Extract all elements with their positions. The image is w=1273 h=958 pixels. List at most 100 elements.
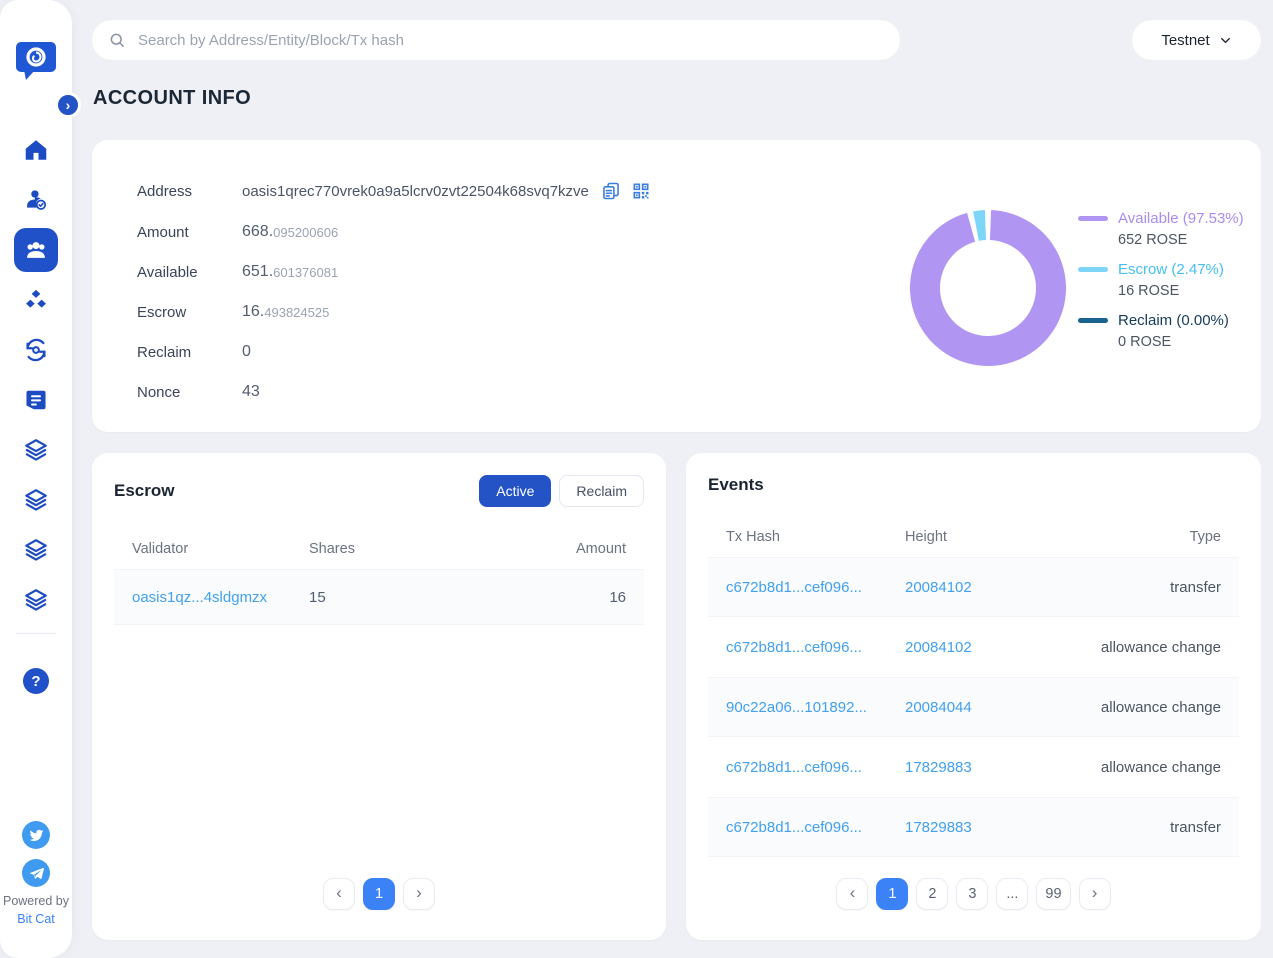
- amount-value: 16: [526, 589, 626, 606]
- account-field-row: Escrow16.493824525: [137, 301, 329, 323]
- sidebar-item-blocks[interactable]: [22, 286, 50, 314]
- field-value: 651.: [242, 263, 273, 281]
- escrow-prev-page-button[interactable]: ‹: [323, 878, 355, 910]
- field-value: 668.: [242, 223, 273, 241]
- legend-swatch: [1078, 267, 1108, 272]
- column-type: Type: [1071, 529, 1221, 545]
- tx-hash-link[interactable]: c672b8d1...cef096...: [726, 759, 905, 776]
- telegram-icon[interactable]: [22, 859, 50, 887]
- main-content: Testnet ACCOUNT INFO Addressoasis1qrec77…: [92, 0, 1261, 958]
- layers-icon: [23, 537, 49, 563]
- legend-label: Escrow (2.47%): [1118, 261, 1224, 278]
- validator-icon: [23, 187, 49, 213]
- events-page-ellipsis[interactable]: ...: [996, 878, 1028, 910]
- validator-link[interactable]: oasis1qz...4sldgmzx: [132, 589, 309, 606]
- sidebar-expand-button[interactable]: ›: [55, 92, 81, 118]
- escrow-next-page-button[interactable]: ›: [403, 878, 435, 910]
- search-bar[interactable]: [92, 20, 900, 60]
- account-field-row: Addressoasis1qrec770vrek0a9a5lcrv0zvt225…: [137, 180, 651, 202]
- tx-hash-link[interactable]: c672b8d1...cef096...: [726, 819, 905, 836]
- escrow-panel: Escrow ActiveReclaim Validator Shares Am…: [92, 453, 666, 940]
- field-value: 0: [242, 343, 251, 361]
- events-table-body: c672b8d1...cef096...20084102transferc672…: [708, 557, 1239, 857]
- field-label: Reclaim: [137, 344, 242, 361]
- bitcat-link[interactable]: Bit Cat: [0, 912, 72, 926]
- network-select[interactable]: Testnet: [1132, 20, 1261, 60]
- event-type: transfer: [1071, 819, 1221, 836]
- field-value-decimals: 601376081: [273, 265, 338, 280]
- legend-entry-available: Available (97.53%)652 ROSE: [1078, 210, 1244, 248]
- height-link[interactable]: 20084102: [905, 639, 1071, 656]
- page-title: ACCOUNT INFO: [93, 87, 251, 110]
- tx-hash-link[interactable]: c672b8d1...cef096...: [726, 639, 905, 656]
- layers-icon: [23, 587, 49, 613]
- donut-slice-escrow: [973, 210, 986, 241]
- transactions-icon: [23, 337, 49, 363]
- sidebar-item-transactions[interactable]: [22, 336, 50, 364]
- field-value-decimals: 493824525: [264, 305, 329, 320]
- account-field-row: Nonce43: [137, 381, 260, 403]
- tx-hash-link[interactable]: 90c22a06...101892...: [726, 699, 905, 716]
- sidebar-item-paratime-3[interactable]: [22, 536, 50, 564]
- sidebar-item-proposals[interactable]: [22, 386, 50, 414]
- account-info-card: Addressoasis1qrec770vrek0a9a5lcrv0zvt225…: [92, 140, 1261, 432]
- escrow-table-body: oasis1qz...4sldgmzx1516: [114, 569, 644, 625]
- balance-donut-chart: [906, 206, 1070, 370]
- height-link[interactable]: 20084044: [905, 699, 1071, 716]
- help-icon[interactable]: ?: [23, 668, 49, 694]
- events-table-row: 90c22a06...101892...20084044allowance ch…: [708, 677, 1239, 737]
- height-link[interactable]: 20084102: [905, 579, 1071, 596]
- events-page-1-button[interactable]: 1: [876, 878, 908, 910]
- sidebar-item-paratime-1[interactable]: [22, 436, 50, 464]
- twitter-icon[interactable]: [22, 821, 50, 849]
- account-field-row: Reclaim0: [137, 341, 251, 363]
- legend-label: Available (97.53%): [1118, 210, 1244, 227]
- search-icon: [108, 31, 126, 49]
- escrow-table-header: Validator Shares Amount: [114, 529, 644, 569]
- events-prev-page-button[interactable]: ‹: [836, 878, 868, 910]
- legend-entry-escrow: Escrow (2.47%) 16 ROSE: [1078, 261, 1244, 299]
- sidebar-item-home[interactable]: [22, 136, 50, 164]
- copy-icon[interactable]: [601, 181, 621, 201]
- legend-amount: 16 ROSE: [1118, 283, 1244, 299]
- oasisscan-logo[interactable]: [14, 38, 58, 82]
- field-label: Amount: [137, 224, 242, 241]
- escrow-tab-active[interactable]: Active: [479, 475, 551, 507]
- field-value-decimals: 095200606: [273, 225, 338, 240]
- events-page-3-button[interactable]: 3: [956, 878, 988, 910]
- sidebar-item-paratime-4[interactable]: [22, 586, 50, 614]
- escrow-page-1-button[interactable]: 1: [363, 878, 395, 910]
- sidebar-divider: [16, 633, 56, 634]
- address-value: oasis1qrec770vrek0a9a5lcrv0zvt22504k68sv…: [242, 183, 589, 200]
- sidebar: ›: [0, 0, 72, 958]
- sidebar-item-paratime-2[interactable]: [22, 486, 50, 514]
- field-label: Escrow: [137, 304, 242, 321]
- address-actions: [601, 181, 651, 201]
- document-icon: [23, 387, 49, 413]
- sidebar-item-accounts[interactable]: [14, 228, 58, 272]
- events-page-99-button[interactable]: 99: [1036, 878, 1070, 910]
- qr-code-icon[interactable]: [631, 181, 651, 201]
- column-tx-hash: Tx Hash: [726, 529, 905, 545]
- escrow-tab-group: ActiveReclaim: [479, 475, 644, 507]
- events-table-row: c672b8d1...cef096...17829883allowance ch…: [708, 737, 1239, 797]
- event-type: allowance change: [1071, 759, 1221, 776]
- donut-slice-available: [910, 210, 1066, 366]
- account-field-row: Amount668.095200606: [137, 221, 338, 243]
- height-link[interactable]: 17829883: [905, 819, 1071, 836]
- events-next-page-button[interactable]: ›: [1079, 878, 1111, 910]
- escrow-pagination: ‹1›: [323, 878, 435, 910]
- search-input[interactable]: [138, 32, 884, 49]
- legend-swatch: [1078, 216, 1108, 221]
- blocks-icon: [23, 287, 49, 313]
- sidebar-item-validators[interactable]: [22, 186, 50, 214]
- column-height: Height: [905, 529, 1071, 545]
- height-link[interactable]: 17829883: [905, 759, 1071, 776]
- layers-icon: [23, 487, 49, 513]
- events-page-2-button[interactable]: 2: [916, 878, 948, 910]
- tx-hash-link[interactable]: c672b8d1...cef096...: [726, 579, 905, 596]
- network-label: Testnet: [1161, 32, 1209, 49]
- field-label: Nonce: [137, 384, 242, 401]
- escrow-tab-reclaim[interactable]: Reclaim: [559, 475, 644, 507]
- events-panel: Events Tx Hash Height Type c672b8d1...ce…: [686, 453, 1261, 940]
